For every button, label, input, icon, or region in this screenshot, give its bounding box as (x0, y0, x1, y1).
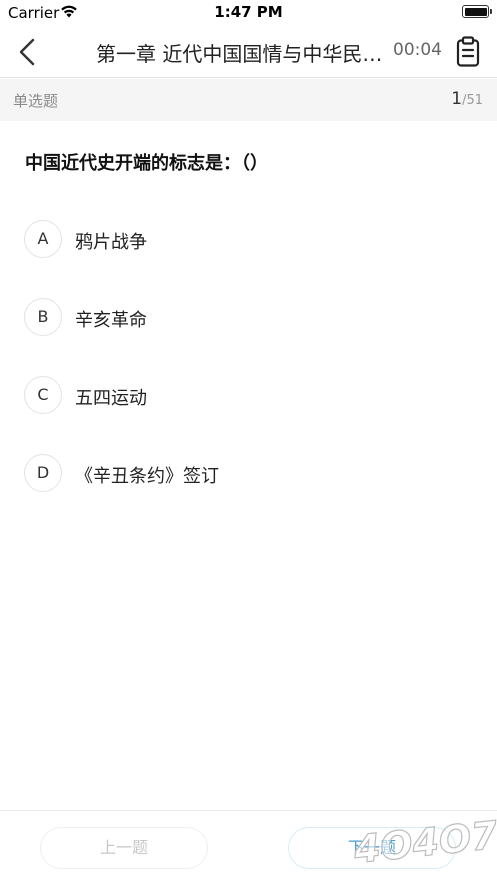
chapter-title: 第一章 近代中国国情与中华民族复兴 (96, 42, 388, 66)
option-text: 鸦片战争 (75, 232, 147, 253)
svg-text:4O4O7: 4O4O7 (351, 813, 497, 872)
option-text: 辛亥革命 (75, 310, 147, 331)
status-bar: Carrier 1:47 PM (0, 0, 497, 26)
question-type-label: 单选题 (13, 92, 59, 110)
answer-sheet-icon[interactable] (453, 36, 483, 68)
option-letter: A (24, 220, 62, 258)
status-time: 1:47 PM (214, 3, 283, 21)
option-text: 《辛丑条约》签订 (75, 466, 219, 487)
question-progress: 1/51 (451, 89, 483, 109)
site-watermark-logo: 4O4O7 (350, 812, 497, 872)
back-arrow-icon[interactable] (14, 34, 44, 70)
option-letter: B (24, 298, 62, 336)
battery-icon (462, 5, 492, 18)
elapsed-timer: 00:04 (393, 40, 442, 60)
option-d[interactable]: D 《辛丑条约》签订 (24, 454, 464, 492)
option-c[interactable]: C 五四运动 (24, 376, 464, 414)
option-a[interactable]: A 鸦片战争 (24, 220, 464, 258)
current-question-number: 1 (451, 89, 463, 109)
option-b[interactable]: B 辛亥革命 (24, 298, 464, 336)
question-text: 中国近代史开端的标志是：（） (25, 153, 268, 174)
option-letter: C (24, 376, 62, 414)
option-text: 五四运动 (75, 388, 147, 409)
question-type-bar: 单选题 1/51 (0, 79, 497, 121)
option-letter: D (24, 454, 62, 492)
navigation-bar: 第一章 近代中国国情与中华民族复兴 00:04 (0, 26, 497, 78)
total-questions: /51 (462, 93, 483, 108)
previous-question-button[interactable]: 上一题 (40, 827, 208, 869)
